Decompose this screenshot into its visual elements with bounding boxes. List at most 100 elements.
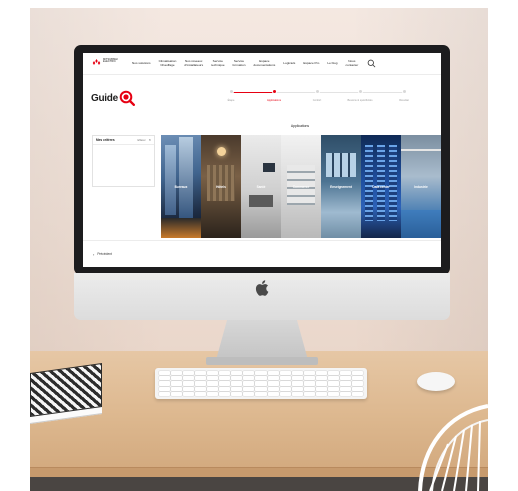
keyboard-key: [339, 371, 351, 376]
application-card-data-center[interactable]: Data center: [361, 135, 401, 238]
keyboard-key: [171, 371, 183, 376]
application-label: Data center: [372, 185, 390, 189]
step-1[interactable]: Étape: [211, 89, 251, 102]
nav-item-solutions[interactable]: Nos solutions: [128, 61, 155, 66]
application-label: Bureaux: [174, 185, 188, 189]
step-dot: [271, 89, 277, 94]
chevron-left-icon[interactable]: ‹: [93, 252, 94, 257]
clear-criteria-button[interactable]: Effacer: [137, 139, 145, 142]
keyboard-key: [171, 391, 183, 396]
keyboard-key: [351, 371, 363, 376]
keyboard-key: [231, 386, 243, 391]
imac-screen: MITSUBISHI ELECTRIC Nos solutions Climat…: [83, 53, 441, 267]
nav-item-technical-service[interactable]: Service technique: [207, 59, 228, 67]
keyboard-key: [207, 381, 219, 386]
keyboard-key: [267, 371, 279, 376]
window-image: [326, 153, 356, 177]
mouse: [417, 372, 455, 391]
keyboard-key: [327, 386, 339, 391]
apple-logo-icon: [255, 280, 269, 296]
keyboard-key: [159, 371, 171, 376]
step-dot: [314, 89, 320, 94]
keyboard-key: [327, 371, 339, 376]
keyboard-key: [231, 381, 243, 386]
application-label: Santé: [256, 185, 266, 189]
application-card-hotels[interactable]: Hôtels: [201, 135, 241, 238]
nav-item-blog[interactable]: Le blog: [323, 61, 341, 66]
application-card-retail[interactable]: Commerce: [281, 135, 321, 238]
keyboard-key: [219, 371, 231, 376]
step-label: Résultat: [399, 99, 409, 102]
keyboard-key: [231, 376, 243, 381]
nav-item-climatisation[interactable]: Climatisation Chauffage: [155, 59, 181, 67]
keyboard-key: [195, 386, 207, 391]
keyboard-key: [279, 391, 291, 396]
keyboard-key: [255, 376, 267, 381]
application-card-offices[interactable]: Bureaux: [161, 135, 201, 238]
guide-logo: Guide: [91, 90, 135, 106]
keyboard-key: [279, 381, 291, 386]
keyboard-key: [243, 386, 255, 391]
keyboard-key: [339, 381, 351, 386]
keyboard-key: [243, 381, 255, 386]
application-card-education[interactable]: Enseignement: [321, 135, 361, 238]
step-dot: [228, 89, 234, 94]
server-rack-image: [389, 145, 397, 221]
keyboard-key: [291, 381, 303, 386]
nav-item-software[interactable]: Logiciels: [279, 61, 299, 66]
keyboard-key: [291, 386, 303, 391]
keyboard-key: [291, 391, 303, 396]
monitor-image: [263, 163, 275, 172]
keyboard-key: [339, 386, 351, 391]
close-icon[interactable]: ×: [149, 138, 151, 142]
step-label: Applications: [267, 99, 281, 102]
progress-stepper: Étape Applications Confort Besoins & spé…: [218, 84, 422, 112]
keyboard-key: [183, 381, 195, 386]
nav-item-documentation[interactable]: Espace documentations: [249, 59, 279, 67]
step-2[interactable]: Applications: [254, 89, 294, 102]
nav-item-installers[interactable]: Nos réseaux d'installateurs: [180, 59, 207, 67]
keyboard-key: [159, 386, 171, 391]
server-rack-image: [365, 145, 373, 221]
keyboard-key: [219, 386, 231, 391]
keyboard-key: [279, 376, 291, 381]
street-image: [161, 218, 201, 238]
brand-logo[interactable]: MITSUBISHI ELECTRIC: [90, 53, 124, 75]
keyboard-key: [207, 376, 219, 381]
keyboard-key: [219, 381, 231, 386]
keyboard-key: [315, 376, 327, 381]
keyboard-key: [207, 386, 219, 391]
building-image: [165, 145, 176, 215]
keyboard-key: [351, 386, 363, 391]
brand-name: MITSUBISHI ELECTRIC: [103, 57, 118, 64]
keyboard-key: [303, 376, 315, 381]
keyboard-key: [279, 371, 291, 376]
ceiling-beam-image: [401, 149, 441, 151]
top-navigation: MITSUBISHI ELECTRIC Nos solutions Climat…: [83, 53, 441, 75]
application-card-industry[interactable]: Industrie: [401, 135, 441, 238]
application-label: Industrie: [414, 185, 428, 189]
keyboard-key: [303, 371, 315, 376]
search-icon[interactable]: [367, 59, 376, 68]
step-3[interactable]: Confort: [297, 89, 337, 102]
keyboard-key: [267, 381, 279, 386]
previous-button[interactable]: Précédent: [97, 252, 112, 256]
nav-item-contact[interactable]: Nous contacter: [342, 59, 363, 67]
keyboard-key: [159, 381, 171, 386]
nav-item-training[interactable]: Service formation: [229, 59, 250, 67]
step-5[interactable]: Résultat: [384, 89, 424, 102]
keyboard-key: [207, 391, 219, 396]
step-4[interactable]: Besoins & spécificités: [340, 89, 380, 102]
guide-title: Guide: [91, 92, 118, 104]
application-card-health[interactable]: Santé: [241, 135, 281, 238]
nav-item-pro-space[interactable]: Espace Pro: [299, 61, 323, 66]
application-label: Hôtels: [216, 185, 226, 189]
applications-gallery: Bureaux Hôtels Santé Commerce Enseigneme…: [161, 135, 441, 238]
imac-stand: [216, 320, 308, 360]
keyboard-key: [243, 376, 255, 381]
keyboard-key: [195, 371, 207, 376]
keyboard-key: [159, 376, 171, 381]
criteria-panel-header: Mes critères Effacer ×: [93, 136, 154, 145]
step-dot: [401, 89, 407, 94]
section-title: Applications: [290, 124, 310, 128]
